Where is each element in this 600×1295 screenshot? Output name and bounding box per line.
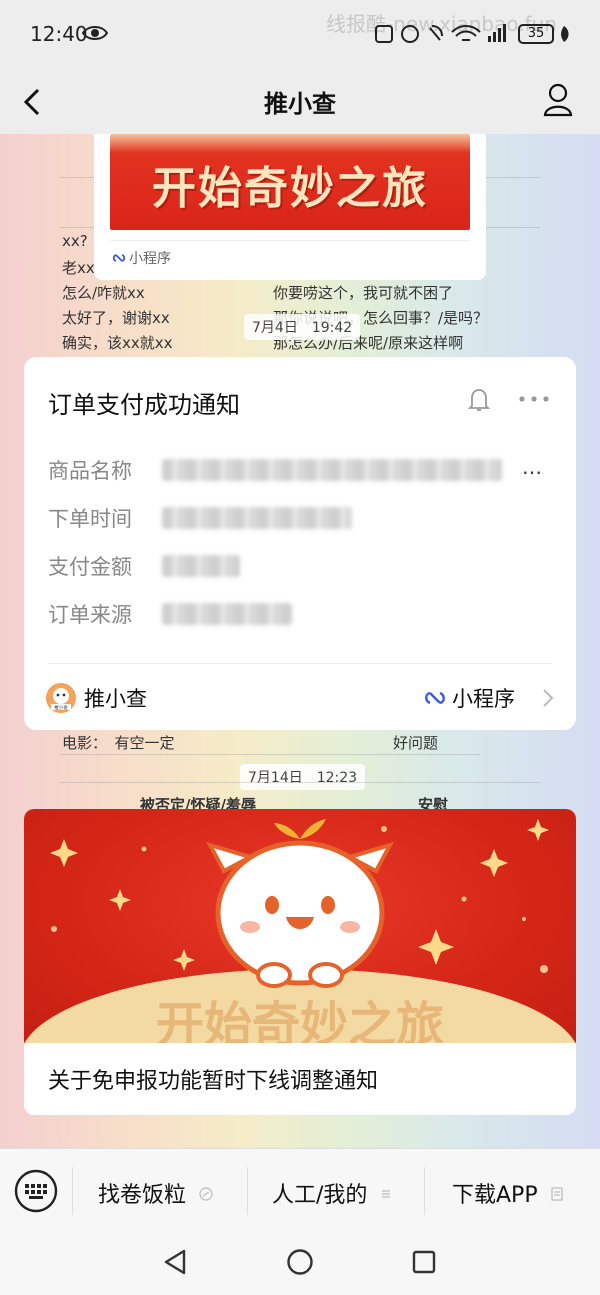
article-cover-image: 开始奇妙之旅	[24, 809, 576, 1043]
field-order-source: 订单来源	[48, 599, 552, 629]
submenu-icon	[382, 1190, 391, 1198]
article-banner-text: 开始奇妙之旅	[156, 997, 444, 1043]
bg-rule	[60, 782, 540, 783]
bg-text: 怎么/咋就xx	[62, 284, 145, 302]
eye-icon	[82, 26, 108, 40]
blurred-value	[162, 507, 352, 529]
menu-separator	[424, 1167, 425, 1215]
menu-item-label: 人工/我的	[272, 1183, 368, 1208]
mini-program-icon	[425, 691, 445, 705]
blurred-value	[162, 459, 502, 481]
bg-text: 太好了，谢谢xx	[62, 309, 170, 327]
menu-item-label: 找卷饭粒	[98, 1183, 187, 1208]
field-label: 下单时间	[48, 507, 132, 531]
field-label: 订单来源	[48, 603, 132, 627]
menu-separator	[247, 1167, 248, 1215]
divider	[48, 663, 552, 664]
mini-program-small-icon	[199, 1187, 213, 1201]
chevron-right-icon	[543, 689, 554, 707]
menu-item-find-coupons[interactable]: 找卷饭粒	[98, 1177, 213, 1209]
order-notification-card[interactable]: 订单支付成功通知 商品名称 … 下单时间 支付金额 订单来源 推小查 推小查 小…	[24, 357, 576, 730]
battery-indicator: 35	[518, 24, 554, 44]
field-label: 商品名称	[48, 459, 132, 483]
mini-program-label-text: 小程序	[129, 251, 171, 267]
menu-item-label: 下载APP	[452, 1183, 538, 1208]
menu-item-download-app[interactable]: 下载APP	[452, 1177, 563, 1209]
mini-program-link-text: 小程序	[452, 687, 515, 711]
divider	[110, 240, 470, 241]
field-order-time: 下单时间	[48, 503, 552, 533]
mini-program-banner: 开始奇妙之旅	[110, 134, 470, 230]
nav-bar: 推小查	[0, 70, 600, 134]
mini-program-card[interactable]: 开始奇妙之旅 小程序	[94, 134, 486, 280]
source-name[interactable]: 推小查	[84, 683, 147, 713]
bg-text: xx?	[62, 232, 88, 250]
mascot-illustration: 开始奇妙之旅	[24, 819, 576, 1043]
mini-program-label: 小程序	[112, 248, 171, 268]
timestamp: 7月14日 12:23	[240, 764, 366, 790]
system-back-icon[interactable]	[162, 1248, 188, 1276]
system-home-icon[interactable]	[286, 1248, 314, 1276]
menu-item-service-mine[interactable]: 人工/我的	[272, 1177, 392, 1209]
banner-text: 开始奇妙之旅	[152, 163, 428, 214]
article-card[interactable]: 开始奇妙之旅 关于免申报功能暂时下线调整通知	[24, 809, 576, 1115]
field-product-name: 商品名称 …	[48, 455, 552, 485]
field-amount: 支付金额	[48, 551, 552, 581]
document-icon	[550, 1187, 563, 1201]
keyboard-icon[interactable]	[14, 1169, 58, 1213]
profile-icon[interactable]	[542, 82, 574, 118]
app-logo-text: 推小查	[54, 704, 68, 711]
field-label: 支付金额	[48, 555, 132, 579]
ellipsis: …	[522, 455, 542, 479]
blurred-value	[162, 555, 240, 577]
chat-area[interactable]: xx? 老xx 怎么/咋就xx 太好了，谢谢xx 确实，该xx就xx 你要唠这个…	[0, 134, 600, 1148]
more-icon[interactable]	[518, 395, 550, 403]
bg-rule	[60, 754, 480, 755]
system-recent-apps-icon[interactable]	[412, 1250, 436, 1274]
mini-program-link[interactable]: 小程序	[424, 683, 515, 713]
page-title: 推小查	[264, 90, 336, 118]
bg-text: 确实，该xx就xx	[62, 334, 173, 352]
bg-text: 你要唠这个，我可就不困了	[273, 284, 454, 302]
status-bar: 12:40 线报酷-new.xianbao.fun 35	[0, 0, 600, 70]
bg-text: 电影： 有空一定	[62, 734, 175, 752]
bg-text: 老xx	[62, 259, 95, 277]
status-time: 12:40	[30, 22, 88, 46]
mini-program-icon	[112, 254, 126, 262]
menu-separator	[72, 1167, 73, 1215]
system-navigation-bar	[0, 1234, 600, 1295]
bell-icon[interactable]	[467, 387, 491, 413]
article-title: 关于免申报功能暂时下线调整通知	[48, 1069, 379, 1094]
timestamp: 7月4日 19:42	[244, 314, 361, 340]
bg-text: 好问题	[393, 734, 439, 752]
blurred-value	[162, 603, 292, 625]
notification-title: 订单支付成功通知	[48, 391, 240, 419]
app-logo: 推小查	[46, 683, 76, 713]
bottom-menu: 找卷饭粒 人工/我的 下载APP	[0, 1148, 600, 1234]
